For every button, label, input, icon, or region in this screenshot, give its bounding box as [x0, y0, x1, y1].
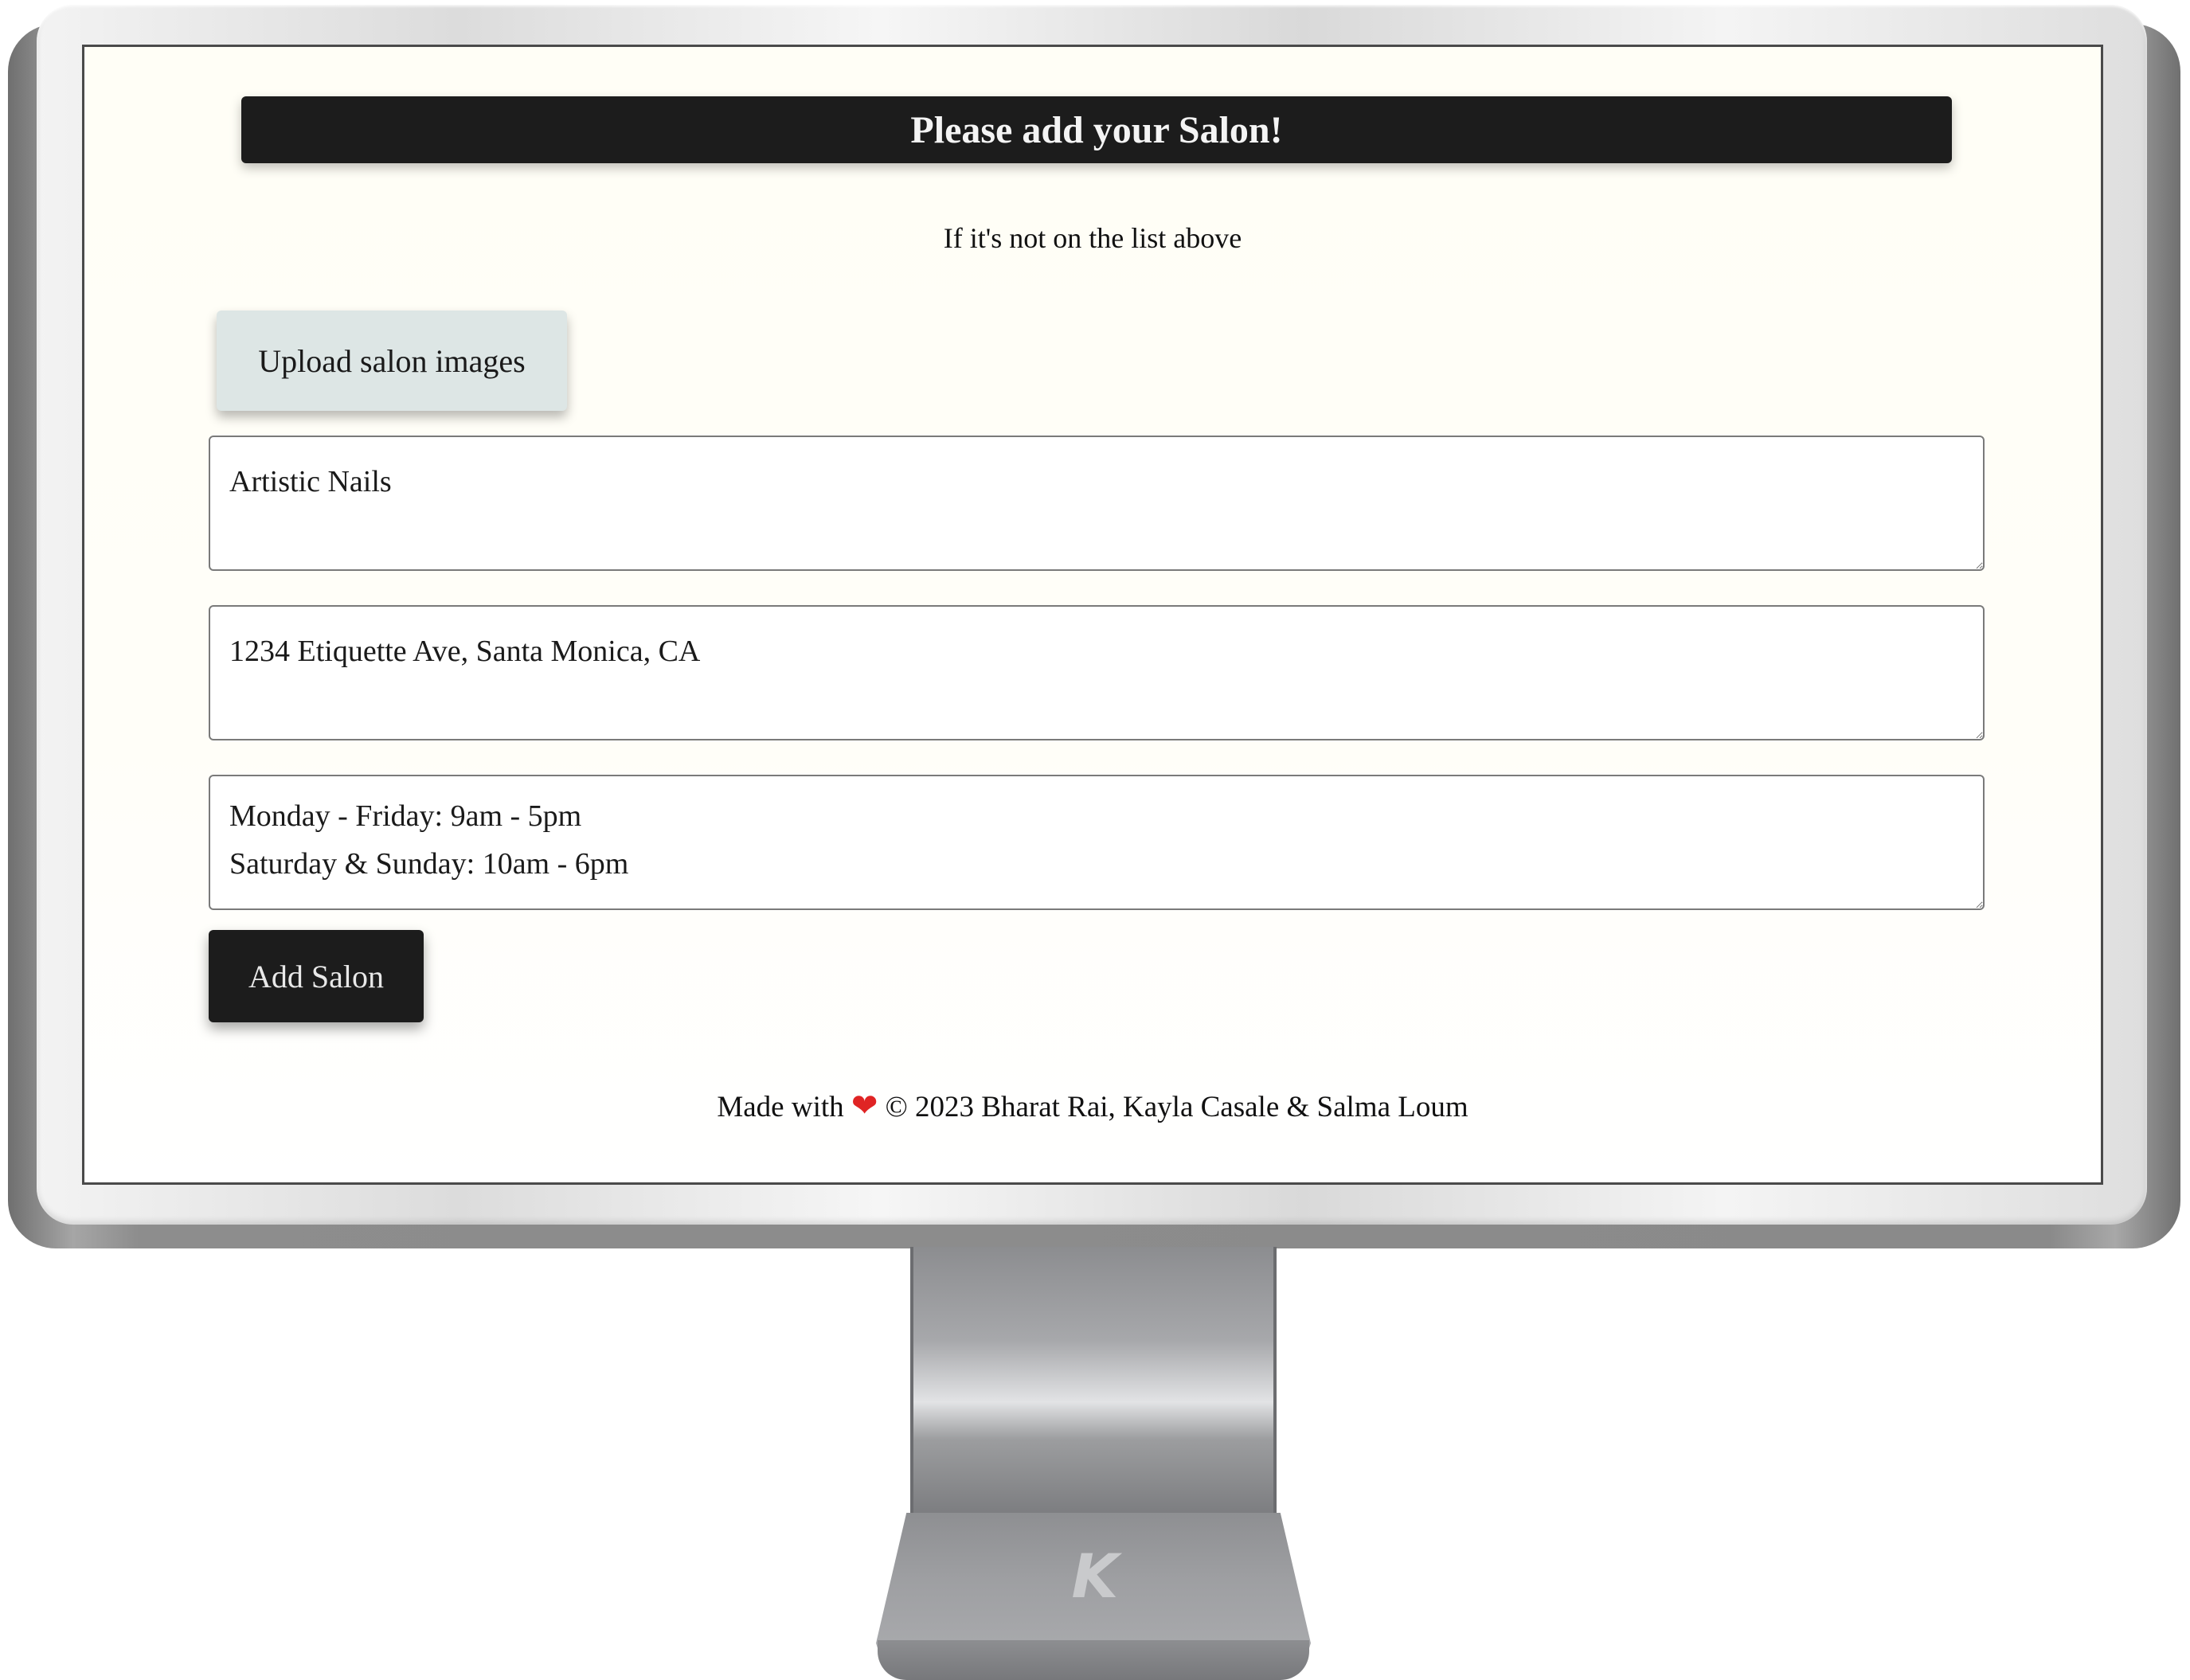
- monitor-screen: Please add your Salon! If it's not on th…: [82, 45, 2103, 1185]
- add-salon-button[interactable]: Add Salon: [209, 930, 424, 1022]
- monitor-stand-base: [878, 1640, 1309, 1680]
- upload-images-button[interactable]: Upload salon images: [217, 311, 567, 411]
- page-title: Please add your Salon!: [241, 96, 1952, 163]
- salon-hours-field[interactable]: Monday - Friday: 9am - 5pm Saturday & Su…: [209, 775, 1985, 910]
- page-subtitle: If it's not on the list above: [943, 222, 1242, 254]
- footer-made-with: Made with: [717, 1091, 844, 1123]
- heart-icon: ❤: [851, 1088, 878, 1124]
- footer: Made with ❤ © 2023 Bharat Rai, Kayla Cas…: [84, 1082, 2101, 1130]
- salon-address-field[interactable]: 1234 Etiquette Ave, Santa Monica, CA: [209, 605, 1985, 740]
- monitor-stand-neck: [910, 1247, 1277, 1514]
- salon-name-field[interactable]: Artistic Nails: [209, 436, 1985, 571]
- brand-logo-icon: K: [1071, 1541, 1119, 1612]
- monitor-stand-edge-left: [910, 1247, 913, 1514]
- footer-credits: © 2023 Bharat Rai, Kayla Casale & Salma …: [885, 1091, 1468, 1123]
- monitor-stand-edge-right: [1273, 1247, 1277, 1514]
